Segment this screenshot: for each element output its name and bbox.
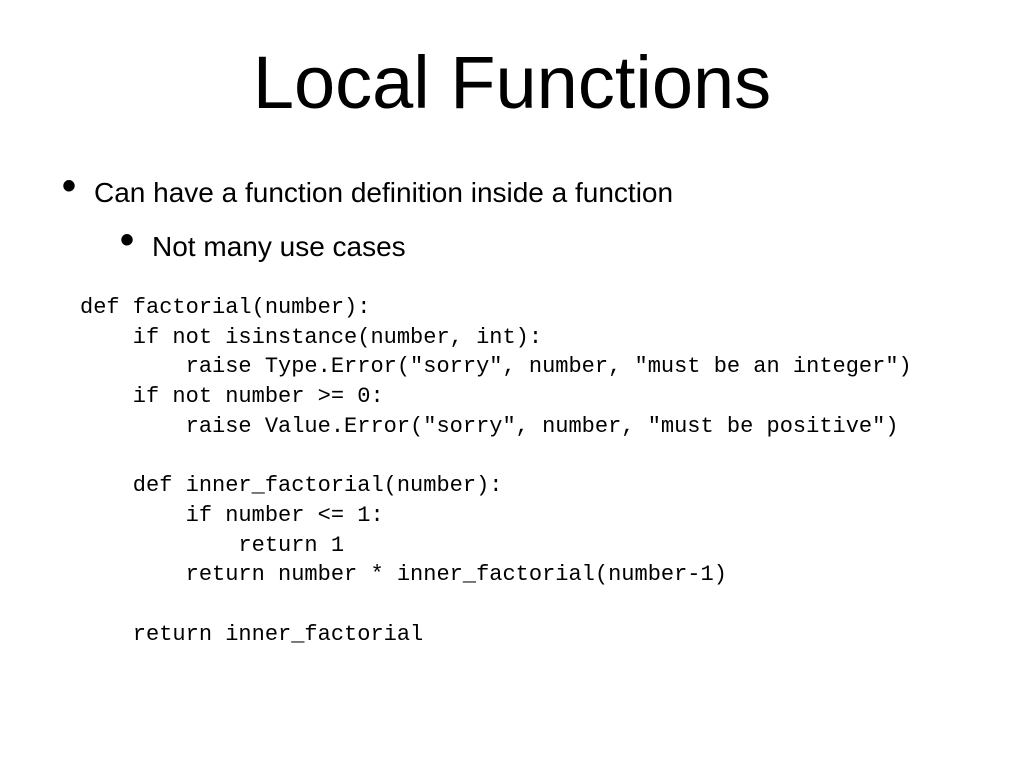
slide-title: Local Functions <box>50 40 974 125</box>
slide-container: Local Functions • Can have a function de… <box>0 0 1024 768</box>
bullet-item-2: • Not many use cases <box>120 229 974 263</box>
bullet-dot-icon: • <box>62 175 76 197</box>
bullet-item-1: • Can have a function definition inside … <box>62 175 974 209</box>
bullet-text-1: Can have a function definition inside a … <box>94 175 673 209</box>
bullet-text-2: Not many use cases <box>152 229 406 263</box>
bullet-list: • Can have a function definition inside … <box>50 175 974 263</box>
bullet-dot-icon: • <box>120 229 134 251</box>
code-block: def factorial(number): if not isinstance… <box>80 293 974 649</box>
